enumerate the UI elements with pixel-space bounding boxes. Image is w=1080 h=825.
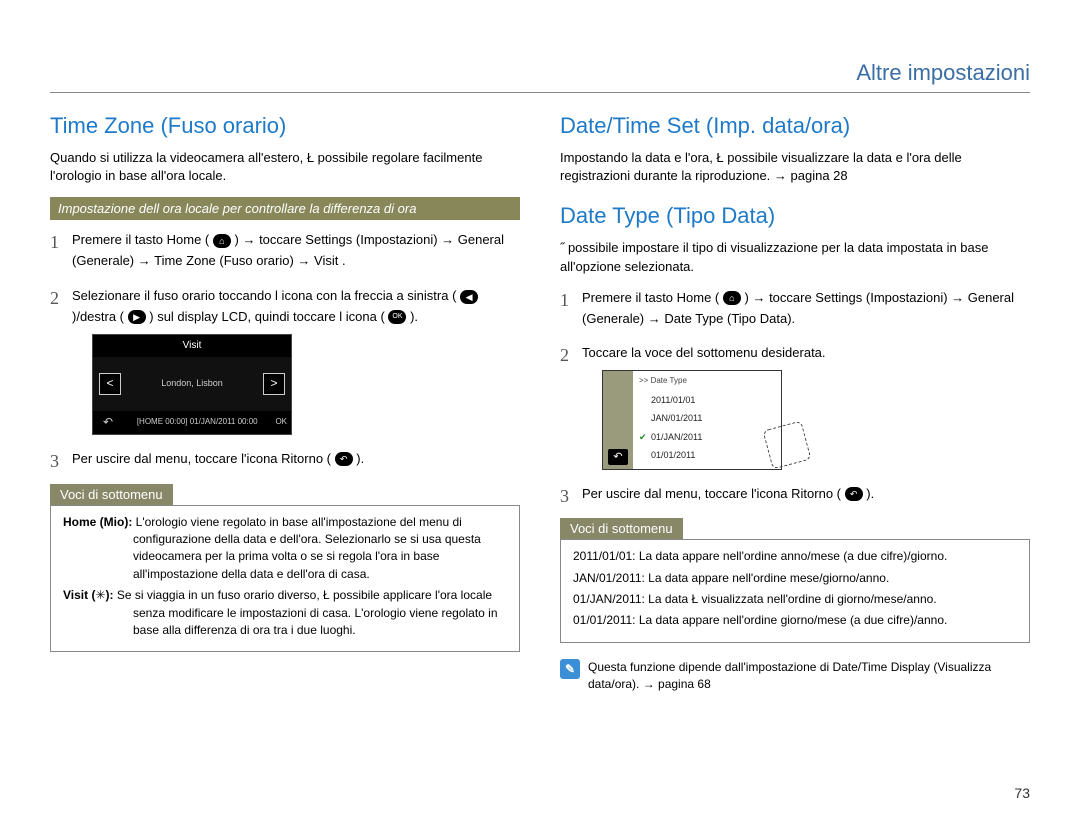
text: Per uscire dal menu, toccare l'icona Rit…	[582, 486, 841, 501]
home-icon: ⌂	[213, 234, 231, 248]
cam-back-icon: ↶	[608, 449, 628, 465]
touch-gesture-icon	[767, 425, 807, 465]
text: Per uscire dal menu, toccare l'icona Rit…	[72, 451, 331, 466]
cam-arrow-left-icon: <	[99, 373, 121, 395]
cam-date-option-selected: 01/JAN/2011	[639, 428, 775, 446]
submenu-visit-label2: ):	[106, 588, 114, 602]
return-icon: ↶	[335, 452, 353, 466]
note-box: ✎ Questa funzione dipende dall'impostazi…	[560, 659, 1030, 693]
text: ) sul display LCD, quindi toccare l icon…	[149, 309, 385, 324]
page-category: Altre impostazioni	[50, 60, 1030, 93]
submenu-home-label: Home (Mio):	[63, 515, 132, 529]
submenu-box-left: Home (Mio): L'orologio viene regolato in…	[50, 505, 520, 653]
cam-ok-button: OK	[275, 416, 287, 429]
text: ).	[866, 486, 874, 501]
section-title-timezone: Time Zone (Fuso orario)	[50, 113, 520, 139]
page-number: 73	[1014, 785, 1030, 801]
cam-date-header: >> Date Type	[639, 375, 775, 388]
cam-date-option: 01/01/2011	[639, 446, 775, 464]
text: Toccare la voce del sottomenu desiderata…	[582, 345, 826, 360]
tz-step-3: Per uscire dal menu, toccare l'icona Rit…	[50, 449, 520, 470]
cam-visit-title: Visit	[93, 335, 291, 357]
cam-location: London, Lisbon	[121, 376, 263, 390]
home-icon: ⌂	[723, 291, 741, 305]
cam-date-option: JAN/01/2011	[639, 409, 775, 427]
section-title-datetype: Date Type (Tipo Data)	[560, 203, 1030, 229]
globe-icon: ✳	[95, 588, 105, 602]
left-column: Time Zone (Fuso orario) Quando si utiliz…	[50, 113, 520, 692]
camera-screenshot-visit: Visit < London, Lisbon > ↶ [HOME 00:00] …	[92, 334, 292, 435]
info-icon: ✎	[560, 659, 580, 679]
text: ).	[410, 309, 418, 324]
tz-step-1: Premere il tasto Home ( ⌂ ) → toccare Se…	[50, 230, 520, 272]
intro-datetype: ˝ possibile impostare il tipo di visuali…	[560, 239, 1030, 275]
submenu-item: 2011/01/01: La data appare nell'ordine a…	[573, 548, 1017, 565]
banner-timezone: Impostazione dell ora locale per control…	[50, 197, 520, 220]
ok-icon: OK	[388, 310, 406, 324]
intro-datetime: Impostando la data e l'ora, Ł possibile …	[560, 149, 1030, 185]
tz-step-2: Selezionare il fuso orario toccando l ic…	[50, 286, 520, 435]
cam-date-option: 2011/01/01	[639, 391, 775, 409]
submenu-box-right: 2011/01/01: La data appare nell'ordine a…	[560, 539, 1030, 643]
text: Premere il tasto Home (	[582, 290, 719, 305]
text: Selezionare il fuso orario toccando l ic…	[72, 288, 456, 303]
text: ).	[356, 451, 364, 466]
submenu-item: 01/JAN/2011: La data Ł visualizzata nell…	[573, 591, 1017, 608]
cam-arrow-right-icon: >	[263, 373, 285, 395]
submenu-visit-label: Visit (	[63, 588, 95, 602]
intro-timezone: Quando si utilizza la videocamera all'es…	[50, 149, 520, 185]
right-column: Date/Time Set (Imp. data/ora) Impostando…	[560, 113, 1030, 692]
submenu-label-left: Voci di sottomenu	[50, 484, 173, 505]
submenu-visit-text: Se si viaggia in un fuso orario diverso,…	[117, 588, 498, 637]
cam-status: [HOME 00:00] 01/JAN/2011 00:00	[137, 416, 258, 429]
text: Premere il tasto Home (	[72, 232, 209, 247]
note-text: Questa funzione dipende dall'impostazion…	[588, 659, 1030, 693]
dt-step-1: Premere il tasto Home ( ⌂ ) → toccare Se…	[560, 288, 1030, 330]
cam-back-icon: ↶	[97, 413, 119, 432]
section-title-datetime: Date/Time Set (Imp. data/ora)	[560, 113, 1030, 139]
submenu-item: JAN/01/2011: La data appare nell'ordine …	[573, 570, 1017, 587]
arrow-right-icon: ▶	[128, 310, 146, 324]
dt-step-2: Toccare la voce del sottomenu desiderata…	[560, 343, 1030, 469]
cam-date-sidebar: ↶	[603, 371, 633, 468]
dt-step-3: Per uscire dal menu, toccare l'icona Rit…	[560, 484, 1030, 505]
submenu-label-right: Voci di sottomenu	[560, 518, 683, 539]
arrow-left-icon: ◀	[460, 290, 478, 304]
text: )/destra (	[72, 309, 124, 324]
camera-screenshot-datetype: ↶ >> Date Type 2011/01/01 JAN/01/2011 01…	[602, 370, 782, 469]
submenu-item: 01/01/2011: La data appare nell'ordine g…	[573, 612, 1017, 629]
submenu-home-text: L'orologio viene regolato in base all'im…	[133, 515, 481, 581]
return-icon: ↶	[845, 487, 863, 501]
